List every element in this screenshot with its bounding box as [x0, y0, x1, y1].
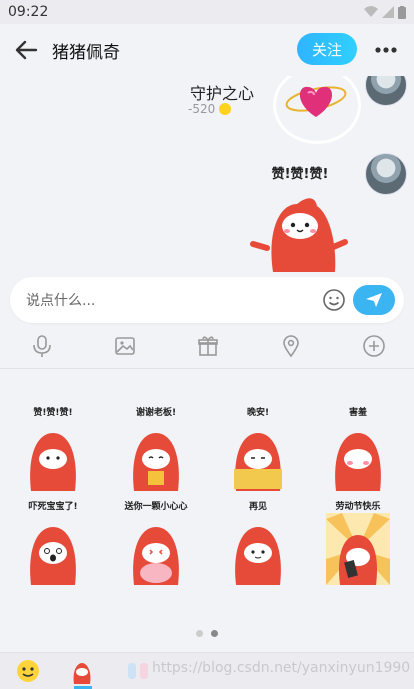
avatar-self[interactable] — [365, 153, 407, 195]
sticker-item[interactable]: 再见 — [222, 499, 294, 587]
avatar-top[interactable] — [365, 76, 407, 106]
sticker-caption: 送你一颗小心心 — [124, 502, 188, 512]
pager-dots — [196, 630, 218, 637]
sticker-tab-bar: https://blog.csdn.net/yanxinyun1990 — [0, 652, 414, 689]
pager-dot-active[interactable] — [211, 630, 218, 637]
plus-icon[interactable] — [362, 334, 386, 358]
sticker-item[interactable]: 送你一颗小心心 — [120, 499, 192, 587]
status-bar: 09:22 — [0, 0, 414, 24]
sticker-item[interactable]: 害羞 — [322, 405, 394, 493]
page-title: 猪猪佩奇 — [52, 43, 120, 63]
sticker-panel: 赞!赞!赞! 谢谢老板! 晚安! 害羞 吓死宝宝了! 送你一颗小心心 再见 劳动… — [0, 369, 414, 653]
sticker-caption: 晚安! — [246, 408, 270, 418]
chat-area[interactable]: 守护之心 -520 赞!赞!赞! — [0, 76, 414, 276]
top-bar: 猪猪佩奇 关注 — [0, 24, 414, 76]
sticker-item[interactable]: 晚安! — [222, 405, 294, 493]
status-icons — [364, 5, 406, 19]
sticker-item[interactable]: 劳动节快乐 — [322, 499, 394, 587]
gift-value-text: -520 — [188, 102, 216, 116]
watermark-text: https://blog.csdn.net/yanxinyun1990 — [152, 660, 411, 676]
sticker-message[interactable]: 赞!赞!赞! — [245, 162, 355, 272]
battery-icon — [398, 5, 406, 19]
follow-button[interactable]: 关注 — [297, 33, 357, 65]
wifi-icon — [364, 6, 378, 17]
sticker-message-caption: 赞!赞!赞! — [271, 166, 329, 182]
smiley-icon[interactable] — [322, 288, 346, 312]
pager-dot[interactable] — [196, 630, 203, 637]
sticker-caption: 赞!赞!赞! — [33, 408, 73, 418]
microphone-icon[interactable] — [30, 334, 54, 358]
coin-icon — [219, 103, 232, 115]
status-time: 09:22 — [8, 4, 49, 20]
sticker-item[interactable]: 谢谢老板! — [120, 405, 192, 493]
gift-image — [273, 76, 361, 144]
mascot-tab-icon[interactable] — [68, 657, 96, 685]
location-icon[interactable] — [279, 334, 303, 358]
heart-gem-icon — [285, 86, 347, 117]
message-input[interactable]: 说点什么... — [26, 290, 95, 310]
gift-value: -520 — [188, 102, 232, 116]
message-input-row: 说点什么... — [10, 277, 404, 323]
sticker-item[interactable]: 赞!赞!赞! — [17, 405, 89, 493]
send-button[interactable] — [353, 285, 395, 315]
sticker-item[interactable]: 吓死宝宝了! — [17, 499, 89, 587]
image-icon[interactable] — [113, 334, 137, 358]
back-arrow-icon[interactable] — [12, 36, 40, 64]
sticker-caption: 谢谢老板! — [135, 408, 177, 418]
sticker-pack-tab-icon[interactable] — [124, 657, 152, 685]
gift-icon[interactable] — [196, 334, 220, 358]
signal-icon — [382, 6, 394, 18]
emoji-tab-icon[interactable] — [14, 657, 42, 685]
sticker-caption: 再见 — [248, 502, 267, 512]
more-icon[interactable] — [372, 40, 400, 60]
sticker-caption: 劳动节快乐 — [335, 502, 381, 512]
sticker-caption: 吓死宝宝了! — [28, 502, 78, 512]
sticker-caption: 害羞 — [348, 408, 367, 418]
gift-name: 守护之心 — [190, 84, 255, 103]
send-icon — [366, 293, 382, 307]
tool-row — [0, 330, 414, 364]
